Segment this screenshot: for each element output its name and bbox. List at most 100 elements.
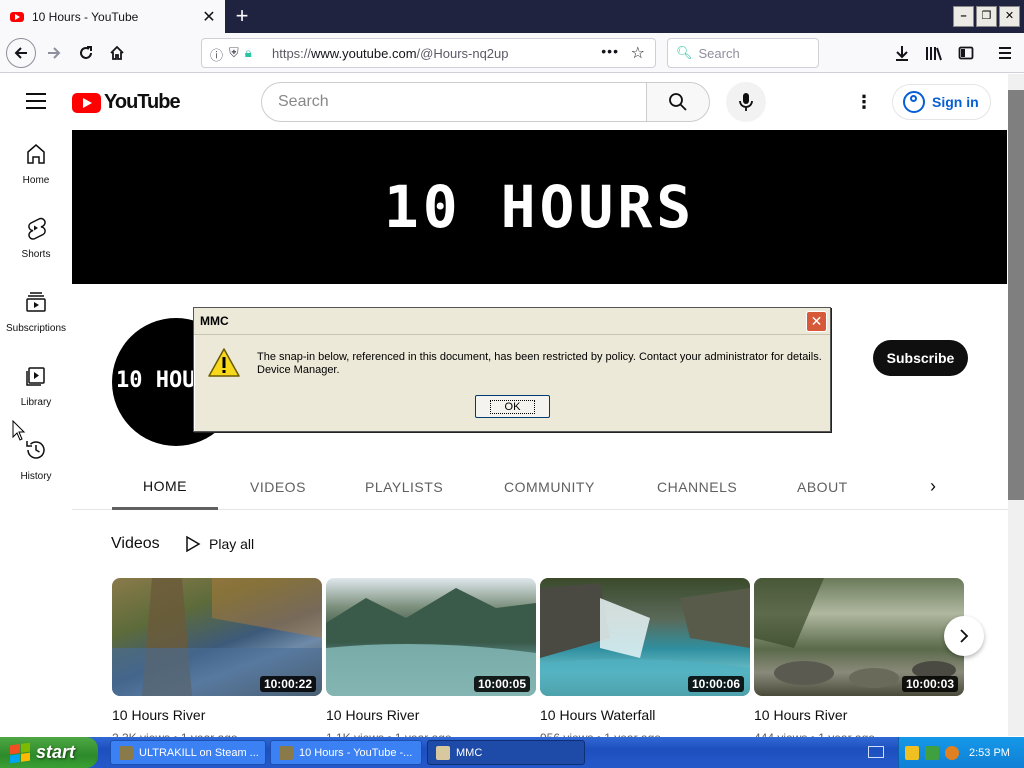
bookmark-star-icon[interactable]: ☆ (631, 43, 645, 63)
youtube-header: YouTube Search ⋮ Sign in (0, 74, 1008, 130)
tab-videos[interactable]: VIDEOS (250, 464, 306, 510)
dialog-titlebar[interactable]: MMC ✕ (194, 308, 830, 335)
chevron-right-icon (960, 629, 969, 643)
sidebar-label-library: Library (20, 397, 52, 408)
info-icon[interactable]: ⓘ (210, 45, 223, 64)
back-button[interactable] (6, 38, 36, 68)
dialog-close-button[interactable]: ✕ (806, 311, 827, 332)
sidebar-item-history[interactable]: History (0, 426, 72, 500)
video-card[interactable]: 10:00:03 10 Hours River 444 views • 1 ye… (754, 578, 964, 745)
library-button[interactable] (920, 39, 948, 67)
video-thumbnail[interactable]: 10:00:05 (326, 578, 536, 696)
video-title[interactable]: 10 Hours Waterfall (540, 707, 750, 723)
more-options-icon[interactable]: ⋮ (852, 92, 876, 112)
reload-icon (80, 46, 92, 59)
dialog-title: MMC (200, 314, 229, 328)
voice-search-button[interactable] (726, 82, 766, 122)
browser-search-box[interactable]: 🔍︎ Search (667, 38, 819, 68)
tab-close-icon[interactable]: ✕ (199, 7, 219, 27)
forward-button[interactable] (40, 39, 68, 67)
video-card[interactable]: 10:00:22 10 Hours River 2.3K views • 1 y… (112, 578, 322, 745)
reload-button[interactable] (72, 39, 100, 67)
play-all-label: Play all (209, 536, 255, 552)
play-all-button[interactable]: Play all (185, 535, 254, 553)
menu-button[interactable] (991, 39, 1019, 67)
home-icon (27, 144, 45, 164)
tab-home[interactable]: HOME (112, 464, 218, 510)
browser-tab[interactable]: 10 Hours - YouTube ✕ (0, 0, 225, 33)
url-bar[interactable]: ⓘ ⛨ 🔒︎ https://www.youtube.com/@Hours-nq… (201, 38, 656, 68)
task-label: MMC (456, 746, 483, 759)
video-thumbnail[interactable]: 10:00:22 (112, 578, 322, 696)
play-icon (186, 535, 201, 553)
youtube-logo-text: YouTube (104, 91, 181, 113)
sidebar-item-home[interactable]: Home (0, 130, 72, 204)
dialog-message-line1: The snap-in below, referenced in this do… (257, 351, 822, 363)
home-icon (110, 45, 124, 60)
windows-logo-icon (10, 742, 30, 763)
back-arrow-icon (14, 47, 27, 59)
microphone-icon (739, 93, 753, 111)
taskbar: start ULTRAKILL on Steam ... 10 Hours - … (0, 737, 1024, 768)
sidebar-item-library[interactable]: Library (0, 352, 72, 426)
close-window-button[interactable]: ✕ (999, 6, 1020, 27)
video-title[interactable]: 10 Hours River (326, 707, 536, 723)
tracking-protection-icon[interactable]: ⛨ (229, 45, 239, 64)
page-scrollbar-thumb[interactable] (1008, 90, 1024, 500)
url-host: www.youtube.com (311, 45, 417, 61)
page-actions-icon[interactable]: ••• (601, 43, 619, 59)
tabs-next-chevron-icon[interactable]: › (930, 476, 936, 497)
video-title[interactable]: 10 Hours River (754, 707, 964, 723)
maximize-button[interactable]: ❐ (976, 6, 997, 27)
task-label: 10 Hours - YouTube -... (299, 746, 413, 759)
taskbar-item-ultrakill[interactable]: ULTRAKILL on Steam ... (110, 740, 266, 765)
tab-about[interactable]: ABOUT (797, 464, 848, 510)
section-title[interactable]: Videos (111, 535, 160, 553)
sidebar-label-shorts: Shorts (21, 249, 51, 260)
video-title[interactable]: 10 Hours River (112, 707, 322, 723)
subscribe-button[interactable]: Subscribe (873, 340, 968, 376)
minimize-button[interactable]: – (953, 6, 974, 27)
video-thumbnail[interactable]: 10:00:03 (754, 578, 964, 696)
ok-button[interactable]: OK (475, 395, 550, 418)
channel-banner: 10 HOURS (72, 130, 1007, 284)
sidebar-item-subscriptions[interactable]: Subscriptions (0, 278, 72, 352)
search-tray-icon[interactable] (945, 745, 959, 760)
new-tab-button[interactable]: + (230, 3, 254, 29)
lock-icon[interactable]: 🔒︎ (245, 45, 252, 64)
sign-in-button[interactable]: Sign in (892, 84, 991, 120)
taskbar-item-mmc[interactable]: MMC (427, 740, 585, 765)
sidebar-label-home: Home (22, 175, 50, 186)
video-card[interactable]: 10:00:06 10 Hours Waterfall 956 views • … (540, 578, 750, 745)
video-card[interactable]: 10:00:05 10 Hours River 1.1K views • 1 y… (326, 578, 536, 745)
video-thumbnail[interactable]: 10:00:06 (540, 578, 750, 696)
tab-channels[interactable]: CHANNELS (657, 464, 737, 510)
url-text: https://www.youtube.com/@Hours-nq2up (272, 46, 509, 61)
guide-menu-icon[interactable] (26, 93, 46, 109)
youtube-logo[interactable]: YouTube (72, 91, 181, 114)
keyboard-icon[interactable] (868, 746, 884, 758)
youtube-play-logo-icon (72, 92, 101, 113)
youtube-search-button[interactable] (646, 82, 710, 122)
tab-community[interactable]: COMMUNITY (504, 464, 595, 510)
video-duration: 10:00:06 (687, 676, 744, 692)
taskbar-item-youtube[interactable]: 10 Hours - YouTube -... (270, 740, 422, 765)
history-icon (26, 441, 45, 459)
sidebar-toggle-button[interactable] (952, 39, 980, 67)
sidebar-item-shorts[interactable]: Shorts (0, 204, 72, 278)
start-button[interactable]: start (0, 737, 98, 768)
youtube-search-input[interactable]: Search (261, 82, 647, 122)
avatar-text: 10 HOU (116, 368, 196, 393)
carousel-next-button[interactable] (944, 616, 984, 656)
url-prefix: https:// (272, 45, 312, 61)
network-icon[interactable] (925, 745, 939, 760)
start-label: start (36, 742, 76, 762)
channel-tabs: HOME VIDEOS PLAYLISTS COMMUNITY CHANNELS… (72, 464, 1008, 510)
download-icon (896, 46, 908, 61)
task-label: ULTRAKILL on Steam ... (139, 746, 259, 759)
window-controls: – ❐ ✕ (953, 6, 1020, 27)
downloads-button[interactable] (888, 39, 916, 67)
security-shield-icon[interactable] (905, 745, 919, 760)
tab-playlists[interactable]: PLAYLISTS (365, 464, 443, 510)
home-button[interactable] (103, 39, 131, 67)
